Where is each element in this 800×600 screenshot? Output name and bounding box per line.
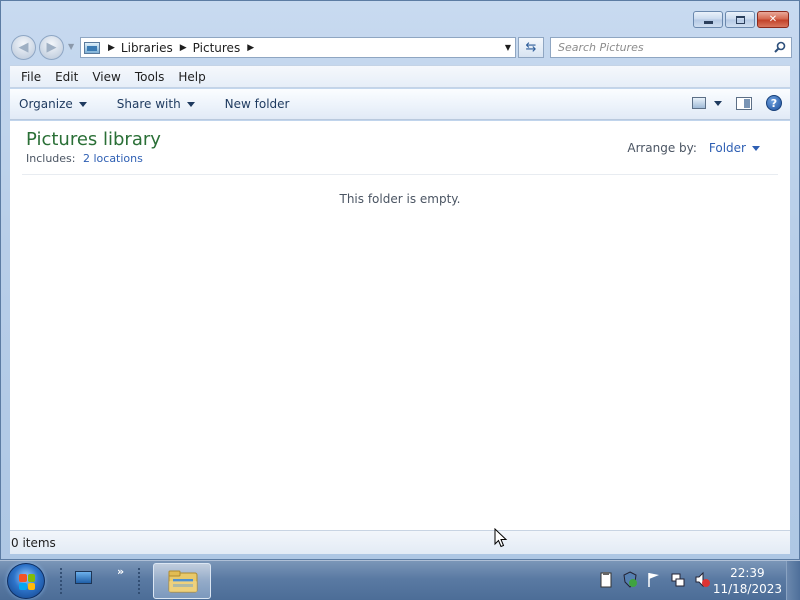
start-button[interactable] — [7, 563, 45, 599]
refresh-button[interactable]: ⇆ — [518, 37, 544, 58]
library-includes: Includes: 2 locations — [26, 152, 143, 165]
search-icon[interactable] — [774, 41, 786, 53]
library-folder-icon — [84, 41, 100, 54]
address-row: ◀ ▶ ▼ ▶ Libraries ▶ Pictures ▶ ▼ ⇆ — [10, 34, 792, 60]
maximize-icon — [735, 15, 745, 24]
quicklaunch-more-button[interactable]: » — [117, 565, 124, 578]
chevron-down-icon[interactable] — [752, 146, 760, 151]
arrange-by-dropdown[interactable]: Folder — [709, 141, 746, 155]
back-arrow-icon: ◀ — [18, 40, 29, 55]
breadcrumb-separator-icon[interactable]: ▶ — [180, 43, 187, 53]
clock-date: 11/18/2023 — [712, 582, 782, 596]
status-bar: 0 items — [10, 530, 790, 554]
item-count: 0 items — [11, 535, 56, 550]
views-icon — [692, 97, 706, 109]
clipboard-icon[interactable] — [598, 571, 614, 588]
show-desktop-quicklaunch-icon[interactable] — [75, 571, 92, 584]
clock-time: 22:39 — [730, 566, 765, 580]
notification-area — [598, 571, 710, 588]
address-bar[interactable]: ▶ Libraries ▶ Pictures ▶ ▼ — [80, 37, 516, 58]
security-shield-icon[interactable] — [622, 571, 638, 588]
locations-link[interactable]: 2 locations — [83, 152, 143, 165]
menu-edit[interactable]: Edit — [48, 70, 85, 84]
empty-folder-message: This folder is empty. — [339, 192, 461, 206]
mouse-cursor-icon — [494, 528, 508, 548]
forward-arrow-icon: ▶ — [46, 40, 57, 55]
organize-button[interactable]: Organize — [19, 97, 87, 111]
chevron-down-icon — [714, 101, 722, 106]
change-view-button[interactable] — [692, 97, 722, 109]
windows-logo-icon — [19, 574, 35, 590]
refresh-icon: ⇆ — [525, 40, 537, 55]
minimize-button[interactable] — [693, 11, 723, 28]
menu-file[interactable]: File — [14, 70, 48, 84]
organize-label: Organize — [19, 97, 73, 111]
close-button[interactable]: ✕ — [757, 11, 789, 28]
search-box[interactable] — [550, 37, 792, 58]
taskbar-grip[interactable] — [137, 567, 142, 595]
new-folder-button[interactable]: New folder — [225, 97, 290, 111]
action-center-flag-icon[interactable] — [646, 571, 662, 588]
includes-label: Includes: — [26, 152, 76, 165]
help-icon[interactable]: ? — [766, 95, 782, 111]
menu-help[interactable]: Help — [171, 70, 212, 84]
share-with-label: Share with — [116, 97, 181, 111]
share-with-button[interactable]: Share with — [117, 97, 195, 111]
new-folder-label: New folder — [224, 97, 290, 111]
breadcrumb-separator-icon[interactable]: ▶ — [108, 43, 115, 53]
address-dropdown-icon[interactable]: ▼ — [505, 43, 511, 52]
show-desktop-button[interactable] — [786, 561, 800, 600]
caption-buttons: ✕ — [693, 11, 789, 28]
page-title: Pictures library — [26, 129, 161, 150]
command-bar-right: ? — [692, 95, 782, 111]
volume-muted-icon[interactable] — [694, 571, 710, 588]
breadcrumb-libraries[interactable]: Libraries — [121, 41, 173, 55]
back-button[interactable]: ◀ — [11, 35, 36, 60]
forward-button[interactable]: ▶ — [39, 35, 64, 60]
preview-pane-icon[interactable] — [736, 96, 752, 110]
breadcrumb-pictures[interactable]: Pictures — [193, 41, 241, 55]
folder-icon — [168, 570, 198, 593]
arrange-by-label: Arrange by: — [627, 141, 697, 155]
menu-bar: File Edit View Tools Help — [10, 65, 790, 88]
breadcrumb-separator-icon[interactable]: ▶ — [247, 43, 254, 53]
maximize-button[interactable] — [725, 11, 755, 28]
command-bar: Organize Share with New folder ? — [10, 89, 790, 120]
search-input[interactable] — [558, 41, 758, 54]
content-area: Pictures library Includes: 2 locations A… — [10, 121, 790, 530]
menu-tools[interactable]: Tools — [128, 70, 172, 84]
divider — [22, 174, 778, 175]
taskbar-grip[interactable] — [59, 567, 64, 595]
taskbar: » 22:39 11/18/2023 — [0, 560, 800, 600]
system-clock[interactable]: 22:39 11/18/2023 — [713, 565, 782, 597]
recent-pages-dropdown[interactable]: ▼ — [68, 42, 74, 51]
chevron-down-icon — [78, 102, 87, 107]
chevron-down-icon — [186, 102, 195, 107]
close-icon: ✕ — [768, 13, 778, 25]
taskbar-explorer-button[interactable] — [153, 563, 211, 599]
network-icon[interactable] — [670, 571, 686, 588]
minimize-icon — [703, 20, 713, 24]
arrange-by: Arrange by: Folder — [627, 141, 760, 155]
menu-view[interactable]: View — [85, 70, 127, 84]
explorer-window: ✕ ◀ ▶ ▼ ▶ Libraries ▶ Pictures ▶ ▼ ⇆ Fil… — [0, 0, 800, 560]
